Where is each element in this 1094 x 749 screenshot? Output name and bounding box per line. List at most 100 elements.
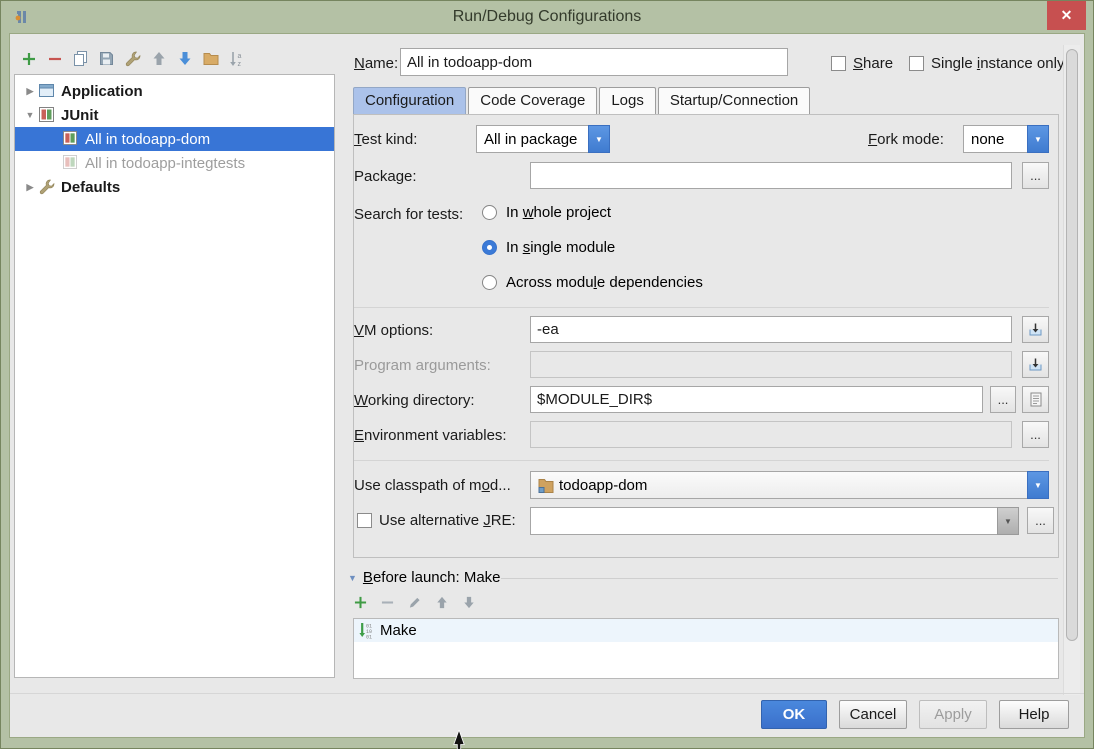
fork-mode-combobox[interactable]: none ▼ [963,125,1049,153]
run-debug-configurations-dialog: Run/Debug Configurations ✕ az ▶ Applicat… [0,0,1094,749]
tree-item-label: JUnit [61,107,99,124]
before-launch-rule [501,578,1058,579]
use-alternative-jre-checkbox[interactable] [357,513,372,528]
ok-button[interactable]: OK [761,700,827,729]
package-input[interactable] [530,162,1012,189]
radio-label: In whole project [506,204,611,221]
dropdown-arrow-icon[interactable]: ▼ [1027,471,1049,499]
use-classpath-label: Use classpath of mod... [354,477,511,494]
collapse-triangle-icon[interactable]: ▼ [348,573,357,583]
expand-arrow-icon[interactable]: ▶ [23,86,37,97]
vm-options-expand-button[interactable] [1022,316,1049,343]
vm-options-input[interactable] [530,316,1012,343]
move-task-up-icon[interactable] [434,595,449,610]
separator [354,460,1049,461]
alternative-jre-browse-button[interactable]: ... [1027,507,1054,534]
environment-variables-browse-button[interactable]: ... [1022,421,1049,448]
test-kind-value: All in package [476,125,588,153]
before-launch-task-list: 011001 Make [353,618,1059,679]
share-checkbox[interactable] [831,56,846,71]
tree-item-label: Application [61,83,143,100]
test-kind-label: Test kind: [354,131,417,148]
working-directory-input[interactable] [530,386,983,413]
radio-in-single-module[interactable]: In single module [482,239,615,256]
tab-configuration[interactable]: Configuration [353,87,466,115]
add-configuration-icon[interactable] [20,50,37,67]
help-button[interactable]: Help [999,700,1069,729]
configurations-toolbar: az [20,50,245,67]
package-browse-button[interactable]: ... [1022,162,1049,189]
copy-configuration-icon[interactable] [72,50,89,67]
move-down-icon[interactable] [176,50,193,67]
before-launch-header[interactable]: ▼ Before launch: Make [348,569,501,586]
dropdown-arrow-icon[interactable]: ▼ [588,125,610,153]
radio-selected-icon[interactable] [482,240,497,255]
tree-item-label: All in todoapp-dom [85,131,210,148]
remove-task-icon[interactable] [380,595,395,610]
separator [354,307,1049,308]
before-launch-title: Before launch: Make [363,569,501,586]
edit-defaults-icon[interactable] [124,50,141,67]
single-instance-label: Single instance only [931,55,1064,72]
mouse-cursor [452,730,466,749]
vertical-scrollbar[interactable] [1063,45,1080,695]
working-directory-browse-button[interactable]: ... [990,386,1016,413]
tree-item-junit[interactable]: ▼ JUnit [15,103,334,127]
alternative-jre-combobox[interactable]: ▼ [530,507,1019,535]
use-classpath-combobox[interactable]: todoapp-dom ▼ [530,471,1049,499]
fork-mode-value: none [963,125,1027,153]
cancel-button[interactable]: Cancel [839,700,907,729]
radio-icon[interactable] [482,205,497,220]
scrollbar-thumb[interactable] [1066,49,1078,641]
vm-options-label: VM options: [354,322,433,339]
expand-arrow-icon[interactable]: ▶ [23,182,37,193]
single-instance-checkbox[interactable] [909,56,924,71]
close-button[interactable]: ✕ [1047,1,1086,30]
sort-alphabetically-icon[interactable]: az [228,50,245,67]
tree-item-all-in-todoapp-integtests[interactable]: All in todoapp-integtests [15,151,334,175]
use-alternative-jre-label: Use alternative JRE: [379,512,516,529]
tree-item-all-in-todoapp-dom[interactable]: All in todoapp-dom [15,127,334,151]
program-arguments-label: Program arguments: [354,357,491,374]
tree-item-application[interactable]: ▶ Application [15,79,334,103]
task-row-make[interactable]: 011001 Make [354,619,1058,642]
tab-startup-connection[interactable]: Startup/Connection [658,87,810,115]
program-arguments-expand-button[interactable] [1022,351,1049,378]
package-label: Package: [354,168,417,185]
alternative-jre-value [530,507,997,535]
radio-in-whole-project[interactable]: In whole project [482,204,611,221]
junit-icon [39,107,55,123]
svg-text:a: a [237,53,241,60]
tab-logs[interactable]: Logs [599,87,656,115]
remove-configuration-icon[interactable] [46,50,63,67]
make-compile-icon: 011001 [359,622,374,639]
apply-button[interactable]: Apply [919,700,987,729]
move-up-icon[interactable] [150,50,167,67]
tab-code-coverage[interactable]: Code Coverage [468,87,597,115]
test-kind-combobox[interactable]: All in package ▼ [476,125,610,153]
dropdown-arrow-icon[interactable]: ▼ [1027,125,1049,153]
collapse-arrow-icon[interactable]: ▼ [23,110,37,120]
edit-task-icon[interactable] [407,595,422,610]
radio-label: In single module [506,239,615,256]
tree-item-defaults[interactable]: ▶ Defaults [15,175,334,199]
new-folder-icon[interactable] [202,50,219,67]
radio-icon[interactable] [482,275,497,290]
environment-variables-label: Environment variables: [354,427,507,444]
name-label: Name: [354,55,398,72]
move-task-down-icon[interactable] [461,595,476,610]
tree-item-label: Defaults [61,179,120,196]
search-for-tests-label: Search for tests: [354,206,463,223]
svg-text:z: z [237,61,241,67]
add-task-icon[interactable] [353,595,368,610]
module-icon [538,478,554,493]
dropdown-arrow-icon[interactable]: ▼ [997,507,1019,535]
radio-across-module-dependencies[interactable]: Across module dependencies [482,274,703,291]
working-directory-macros-button[interactable] [1022,386,1049,413]
configurations-tree: ▶ Application ▼ JUnit All in todoapp-dom… [14,74,335,678]
environment-variables-input[interactable] [530,421,1012,448]
program-arguments-input [530,351,1012,378]
save-configuration-icon[interactable] [98,50,115,67]
tree-item-label: All in todoapp-integtests [85,155,245,172]
name-input[interactable] [400,48,788,76]
